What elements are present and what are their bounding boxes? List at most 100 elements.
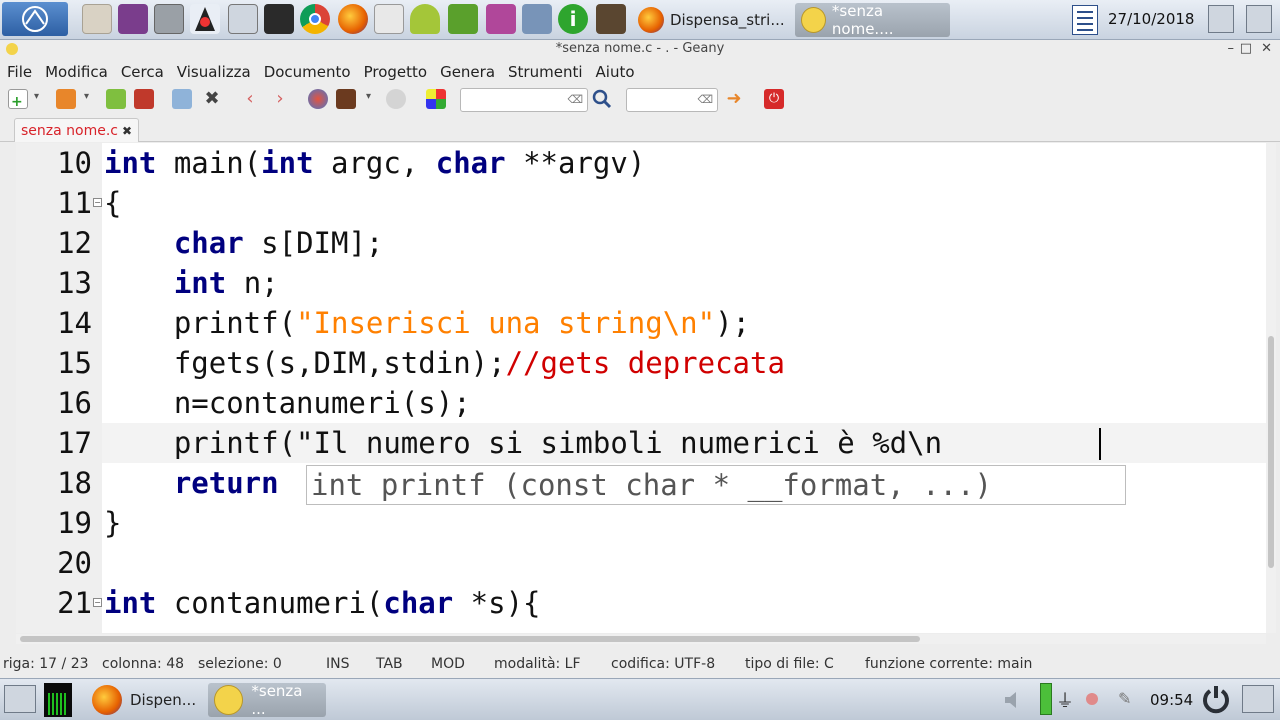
fold-marker-icon[interactable]: − bbox=[93, 198, 102, 207]
vertical-scrollbar[interactable] bbox=[1266, 143, 1276, 633]
power-icon[interactable] bbox=[1200, 683, 1232, 715]
menu-cerca[interactable]: Cerca bbox=[121, 63, 164, 81]
chrome-icon[interactable] bbox=[300, 4, 330, 34]
code-line[interactable]: int main(int argc, char **argv) bbox=[104, 143, 645, 183]
search-input[interactable]: ⌫ bbox=[460, 88, 588, 112]
clock[interactable]: 09:54 bbox=[1150, 691, 1193, 709]
firefox-icon[interactable] bbox=[338, 4, 368, 34]
code-token: printf("Il numero si simboli numerici è … bbox=[104, 426, 943, 460]
show-desktop-icon[interactable] bbox=[1208, 5, 1234, 33]
fold-marker-icon[interactable]: − bbox=[93, 598, 102, 607]
keyword-token: int bbox=[261, 146, 314, 180]
java-icon[interactable] bbox=[190, 4, 220, 34]
volume-icon[interactable] bbox=[1002, 689, 1024, 711]
screen-icon[interactable] bbox=[264, 4, 294, 34]
status-ins: INS bbox=[326, 656, 350, 672]
clear-goto-icon[interactable]: ⌫ bbox=[697, 93, 713, 106]
code-line[interactable]: } bbox=[104, 503, 121, 543]
network-status-icon[interactable]: ✎ bbox=[1118, 689, 1138, 709]
tab-close-icon[interactable]: ✖ bbox=[122, 124, 132, 138]
build-dropdown-icon[interactable]: ▾ bbox=[366, 91, 371, 102]
files-icon[interactable] bbox=[82, 4, 112, 34]
run-gear-icon[interactable] bbox=[386, 89, 406, 109]
usb-icon[interactable]: ⏚ bbox=[1056, 687, 1076, 713]
close-icon[interactable]: ✕ bbox=[1261, 40, 1272, 57]
back-icon[interactable]: ‹ bbox=[240, 89, 260, 109]
pen-icon[interactable] bbox=[448, 4, 478, 34]
code-line[interactable]: printf("Il numero si simboli numerici è … bbox=[104, 423, 942, 463]
status-bar: riga: 17 / 23 colonna: 48 selezione: 0 I… bbox=[0, 650, 1280, 676]
window-list-icon[interactable] bbox=[1246, 5, 1272, 33]
mail-icon[interactable] bbox=[374, 4, 404, 34]
open-dropdown-icon[interactable]: ▾ bbox=[84, 91, 89, 102]
new-file-icon[interactable]: + bbox=[8, 89, 28, 110]
search-icon[interactable] bbox=[592, 89, 612, 109]
goto-line-icon[interactable]: ➜ bbox=[724, 89, 744, 109]
line-number: 20 bbox=[57, 546, 92, 580]
code-line[interactable]: { bbox=[104, 183, 121, 223]
top-panel: i Dispensa_stri... *senza nome.... 27/10… bbox=[0, 0, 1280, 40]
taskbar-item-geany[interactable]: *senza nome.... bbox=[795, 2, 950, 38]
horizontal-scroll-thumb[interactable] bbox=[20, 636, 920, 642]
build-icon[interactable] bbox=[336, 89, 356, 109]
network-icon[interactable] bbox=[522, 4, 552, 34]
line-number: 18 bbox=[57, 466, 92, 500]
keyword-token: int bbox=[104, 146, 157, 180]
horizontal-scrollbar[interactable] bbox=[16, 634, 1266, 644]
media-icon[interactable] bbox=[486, 4, 516, 34]
cpu-monitor-icon[interactable] bbox=[44, 683, 72, 717]
desktop-switch-icon[interactable] bbox=[4, 685, 36, 713]
date-label[interactable]: 27/10/2018 bbox=[1108, 10, 1194, 28]
menu-aiuto[interactable]: Aiuto bbox=[596, 63, 635, 81]
code-line[interactable]: return bbox=[104, 463, 279, 503]
geany-small-icon bbox=[6, 43, 18, 55]
start-menu-icon[interactable] bbox=[2, 2, 68, 36]
code-line[interactable]: printf("Inserisci una string\n"); bbox=[104, 303, 750, 343]
vertical-scroll-thumb[interactable] bbox=[1268, 336, 1274, 568]
info-icon[interactable]: i bbox=[558, 4, 588, 34]
forward-icon[interactable]: › bbox=[270, 89, 290, 109]
menu-file[interactable]: File bbox=[7, 63, 32, 81]
menu-progetto[interactable]: Progetto bbox=[364, 63, 428, 81]
close-file-icon[interactable]: ✖ bbox=[202, 89, 222, 109]
goto-line-input[interactable]: ⌫ bbox=[626, 88, 718, 112]
code-editor[interactable]: 10 11−12 13 14 15 16 17 18 19 20 21− int main(int … bbox=[16, 143, 1266, 633]
menu-genera[interactable]: Genera bbox=[440, 63, 495, 81]
code-line[interactable]: int contanumeri(char *s){ bbox=[104, 583, 541, 623]
tab-senza-nome[interactable]: senza nome.c ✖ bbox=[14, 118, 140, 142]
open-folder-icon[interactable] bbox=[56, 89, 76, 109]
record-icon[interactable] bbox=[1086, 693, 1098, 705]
terminal-app-icon[interactable] bbox=[154, 4, 184, 34]
purple-app-icon[interactable] bbox=[118, 4, 148, 34]
code-line[interactable]: int n; bbox=[104, 263, 279, 303]
workspace-icon[interactable] bbox=[1242, 685, 1274, 713]
code-line[interactable]: fgets(s,DIM,stdin);//gets deprecata bbox=[104, 343, 785, 383]
minimize-icon[interactable]: – bbox=[1228, 40, 1235, 57]
compile-icon[interactable] bbox=[308, 89, 328, 109]
bottom-task-geany[interactable]: *senza ... bbox=[208, 682, 326, 718]
code-line[interactable]: char s[DIM]; bbox=[104, 223, 384, 263]
window-title: *senza nome.c - . - Geany bbox=[555, 41, 725, 56]
battery-icon[interactable] bbox=[1040, 683, 1052, 715]
new-dropdown-icon[interactable]: ▾ bbox=[34, 91, 39, 102]
maximize-icon[interactable]: □ bbox=[1240, 40, 1252, 57]
save-icon[interactable] bbox=[106, 89, 126, 109]
menu-strumenti[interactable]: Strumenti bbox=[508, 63, 582, 81]
reload-icon[interactable] bbox=[172, 89, 192, 109]
stamp-icon[interactable] bbox=[596, 4, 626, 34]
color-picker-icon[interactable] bbox=[426, 89, 446, 109]
document-icon[interactable] bbox=[1072, 5, 1098, 35]
menu-visualizza[interactable]: Visualizza bbox=[177, 63, 251, 81]
string-token: "Inserisci una string\n" bbox=[296, 306, 716, 340]
clear-search-icon[interactable]: ⌫ bbox=[567, 93, 583, 106]
camera-icon[interactable] bbox=[228, 4, 258, 34]
quit-icon[interactable]: ⏻ bbox=[764, 89, 784, 109]
bottom-task-firefox[interactable]: Dispen... bbox=[86, 683, 204, 717]
code-line[interactable]: n=contanumeri(s); bbox=[104, 383, 471, 423]
android-icon[interactable] bbox=[410, 4, 440, 34]
taskbar-item-firefox[interactable]: Dispensa_stri... bbox=[632, 3, 792, 37]
menu-modifica[interactable]: Modifica bbox=[45, 63, 108, 81]
window-titlebar[interactable]: *senza nome.c - . - Geany – □ ✕ bbox=[0, 40, 1280, 58]
save-all-icon[interactable] bbox=[134, 89, 154, 109]
menu-documento[interactable]: Documento bbox=[264, 63, 351, 81]
